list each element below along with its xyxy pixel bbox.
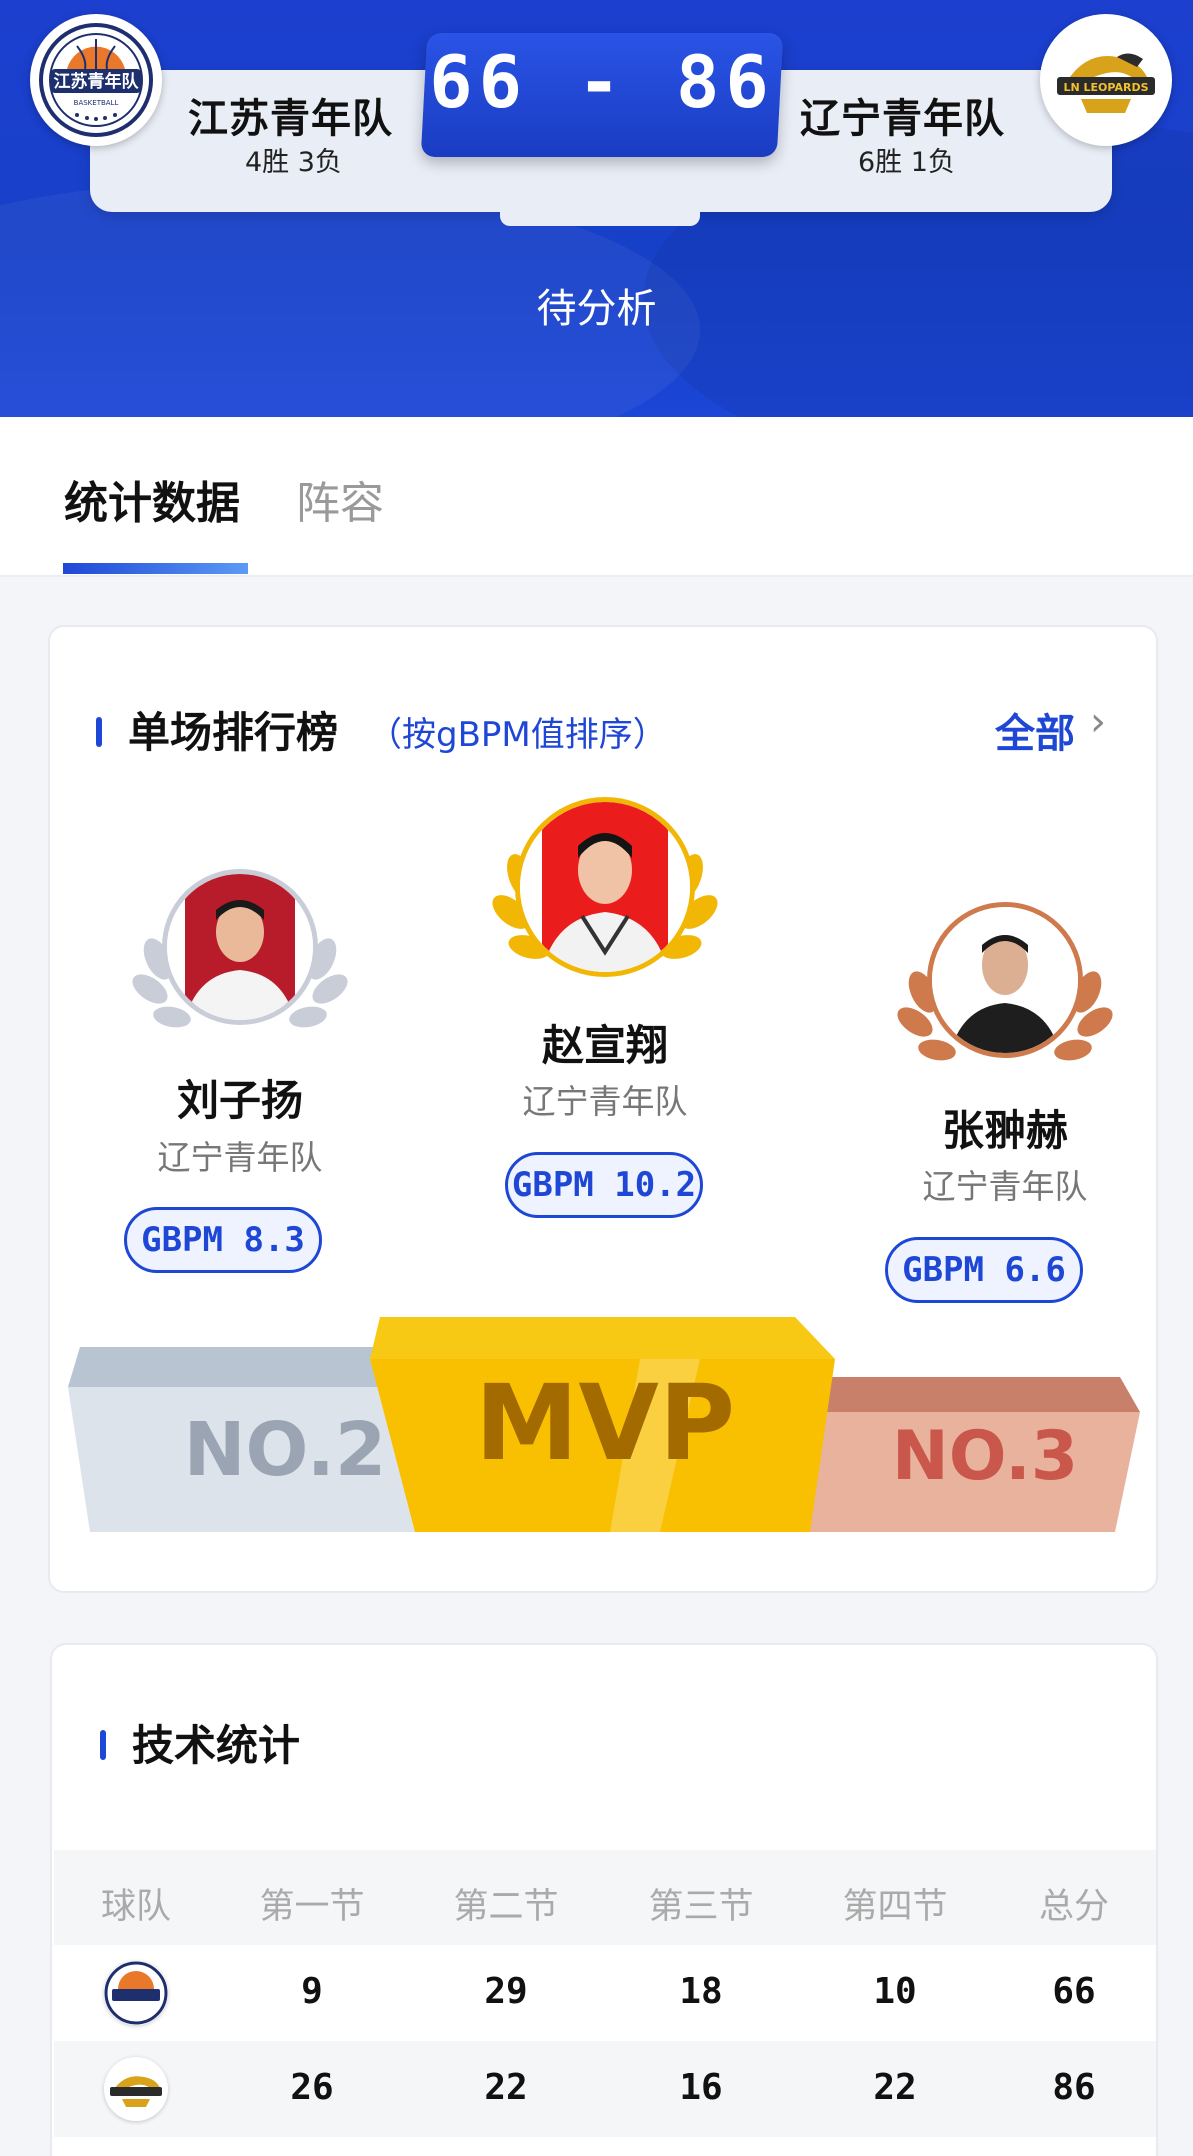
gbpm-badge-second: GBPM 8.3 [124, 1207, 322, 1273]
home-team-logo[interactable]: 江苏青年队 BASKETBALL [30, 14, 162, 146]
podium-label-third: NO.3 [891, 1417, 1079, 1496]
tab-bar: 统计数据 阵容 [0, 417, 1193, 577]
player-photo-second [162, 869, 318, 1025]
home-team-record: 4胜 3负 [245, 147, 342, 178]
stats-title: 技术统计 [132, 1721, 301, 1770]
player-photo-third [927, 902, 1083, 1058]
technical-stats-card: 技术统计 球队 第一节 第二节 第三节 第四节 总分 9 29 18 10 66 [50, 1643, 1158, 2156]
player-card-second[interactable] [120, 869, 360, 1049]
stats-table-header: 球队 第一节 第二节 第三节 第四节 总分 [54, 1850, 1156, 1945]
cell-q1: 9 [301, 1971, 323, 2012]
liaoning-leopards-logo-icon: LN LEOPARDS [1050, 24, 1162, 136]
match-score: 66 - 86 [429, 40, 775, 124]
view-all-link[interactable]: 全部 [995, 701, 1075, 759]
svg-text:BASKETBALL: BASKETBALL [74, 99, 119, 107]
ranking-title: 单场排行榜 [128, 708, 339, 757]
svg-text:LN LEOPARDS: LN LEOPARDS [1063, 81, 1148, 94]
jiangsu-youth-basketball-logo-icon: 江苏青年队 BASKETBALL [39, 23, 153, 137]
player-card-third[interactable] [885, 902, 1125, 1082]
cell-q3: 18 [679, 1971, 723, 2012]
cell-q3: 16 [679, 2067, 723, 2108]
player-team-second: 辽宁青年队 [157, 1138, 323, 1177]
player-card-mvp[interactable] [485, 797, 725, 997]
podium-label-second: NO.2 [183, 1407, 387, 1493]
away-team-name: 辽宁青年队 [800, 96, 1005, 142]
cell-q4: 10 [873, 1971, 917, 2012]
home-team-name: 江苏青年队 [188, 96, 393, 142]
tab-lineup[interactable]: 阵容 [296, 467, 384, 531]
cell-q1: 26 [290, 2067, 334, 2108]
match-header: 江苏青年队 BASKETBALL LN LEOPARDS 江苏青年队 4胜 3负… [0, 0, 1193, 417]
player-photo-mvp [515, 797, 695, 977]
cell-q2: 29 [484, 1971, 528, 2012]
cell-total: 86 [1052, 2067, 1096, 2108]
chevron-right-icon[interactable]: › [1090, 699, 1106, 745]
header-q4: 第四节 [842, 1887, 948, 1927]
header-q2: 第二节 [453, 1887, 559, 1927]
header-q1: 第一节 [259, 1887, 365, 1927]
liaoning-leopards-logo-icon [104, 2057, 168, 2121]
ranking-card: 单场排行榜 （按gBPM值排序） 全部 › 刘子扬 辽宁青年队 GBPM 8.3… [48, 625, 1158, 1593]
header-team: 球队 [100, 1887, 171, 1927]
ranking-subtitle: （按gBPM值排序） [368, 715, 667, 755]
away-team-logo[interactable]: LN LEOPARDS [1040, 14, 1172, 146]
gbpm-badge-mvp: GBPM 10.2 [505, 1152, 703, 1218]
cell-q2: 22 [484, 2067, 528, 2108]
cell-total: 66 [1052, 1971, 1096, 2012]
active-tab-indicator [63, 563, 248, 574]
podium-label-mvp: MVP [474, 1362, 736, 1484]
player-name-third: 张翀赫 [941, 1106, 1068, 1155]
gbpm-badge-third: GBPM 6.6 [885, 1237, 1083, 1303]
away-team-record: 6胜 1负 [858, 147, 955, 178]
jiangsu-youth-basketball-logo-icon [104, 1961, 168, 2025]
table-row[interactable]: 26 22 16 22 86 [54, 2041, 1156, 2137]
player-team-mvp: 辽宁青年队 [522, 1082, 688, 1121]
header-total: 总分 [1038, 1887, 1109, 1927]
player-name-mvp: 赵宣翔 [541, 1021, 668, 1070]
tab-statistics[interactable]: 统计数据 [64, 467, 240, 531]
svg-text:江苏青年队: 江苏青年队 [54, 71, 140, 92]
header-q3: 第三节 [648, 1887, 754, 1927]
table-row[interactable]: 9 29 18 10 66 [54, 1945, 1156, 2041]
cell-q4: 22 [873, 2067, 917, 2108]
player-name-second: 刘子扬 [176, 1076, 303, 1125]
analysis-status[interactable]: 待分析 [0, 276, 1193, 334]
player-team-third: 辽宁青年队 [922, 1167, 1088, 1206]
